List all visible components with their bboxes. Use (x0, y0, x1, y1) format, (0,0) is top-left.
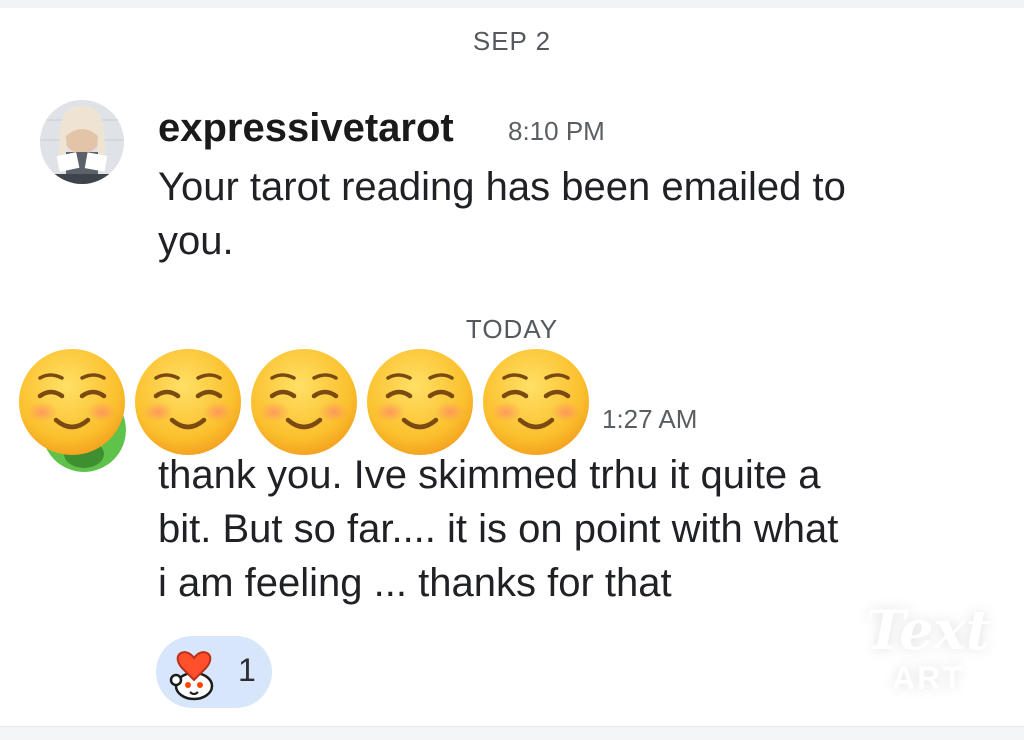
message-line: i am feeling ... thanks for that (158, 561, 672, 605)
reaction-count: 1 (238, 652, 256, 688)
top-bar (0, 0, 1024, 8)
reaction-button[interactable]: 1 (156, 636, 272, 708)
heart-snoo-reaction-icon (169, 651, 214, 701)
smiling-face-emoji (19, 349, 125, 455)
username[interactable]: expressivetarot (158, 106, 454, 151)
smiling-face-emoji (367, 349, 473, 455)
smiling-face-emoji (251, 349, 357, 455)
date-separator: TODAY (465, 314, 559, 344)
text-art-watermark: Text ART (858, 600, 998, 710)
message-line: you. (158, 219, 234, 263)
avatar-photo-icon (40, 100, 124, 184)
smiling-face-emoji (483, 349, 589, 455)
date-separator: SEP 2 (472, 26, 552, 56)
message-timestamp: 1:27 AM (602, 404, 698, 434)
smiling-face-emoji (135, 349, 241, 455)
message-line: Your tarot reading has been emailed to (158, 165, 846, 209)
avatar[interactable] (40, 100, 124, 184)
message-body: thank you. Ive skimmed trhu it quite a b… (158, 448, 838, 610)
message-body: Your tarot reading has been emailed to y… (158, 160, 846, 268)
message-timestamp: 8:10 PM (508, 116, 605, 146)
watermark-script: Text (865, 598, 991, 662)
message-line: bit. But so far.... it is on point with … (158, 507, 839, 551)
chat-screen: SEP 2 expressivetarot 8:10 PM Your tarot… (0, 0, 1024, 740)
watermark-art: ART (892, 660, 964, 696)
bottom-bar (0, 726, 1024, 740)
